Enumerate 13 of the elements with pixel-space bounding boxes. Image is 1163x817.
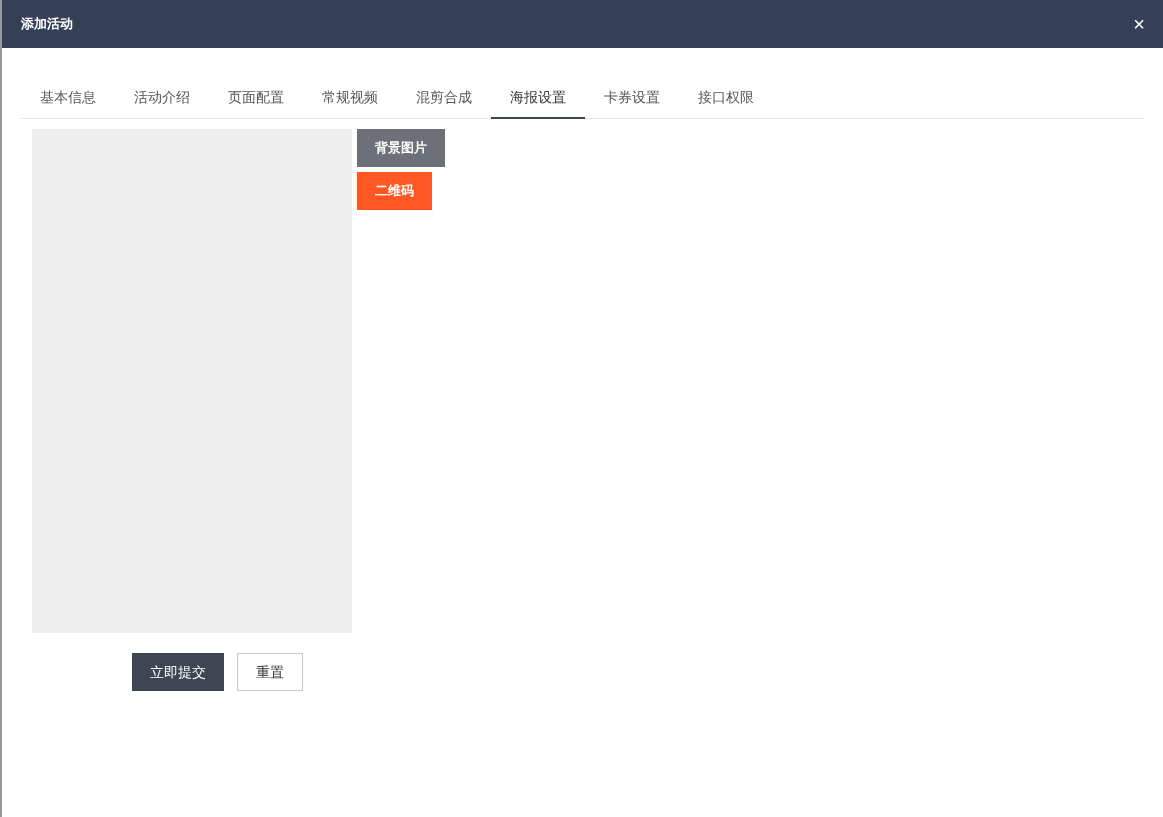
- submit-button[interactable]: 立即提交: [132, 653, 224, 691]
- reset-button[interactable]: 重置: [237, 653, 303, 691]
- tab[interactable]: 卡券设置: [585, 78, 679, 119]
- tab[interactable]: 混剪合成: [397, 78, 491, 119]
- close-button[interactable]: ×: [1133, 14, 1145, 34]
- dialog-title: 添加活动: [21, 15, 73, 34]
- tab[interactable]: 海报设置: [491, 78, 585, 119]
- tab[interactable]: 活动介绍: [115, 78, 209, 119]
- tool-button[interactable]: 背景图片: [357, 129, 445, 167]
- tab[interactable]: 页面配置: [209, 78, 303, 119]
- tab[interactable]: 基本信息: [21, 78, 115, 119]
- tab[interactable]: 常规视频: [303, 78, 397, 119]
- tab[interactable]: 接口权限: [679, 78, 773, 119]
